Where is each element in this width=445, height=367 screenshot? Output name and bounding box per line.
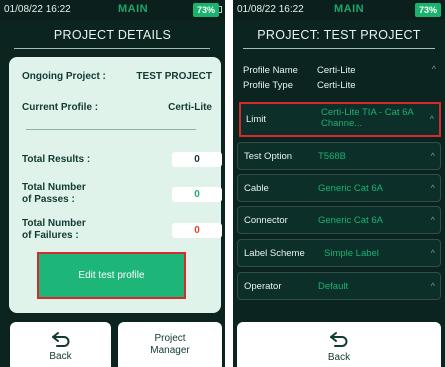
- chevron-up-icon: ^: [430, 281, 435, 291]
- chevron-up-icon: ^: [430, 183, 435, 193]
- operator-value: Default: [318, 281, 349, 292]
- status-bar: 01/08/22 16:22 MAIN 73%: [233, 0, 445, 20]
- label-scheme-label: Label Scheme: [244, 248, 305, 259]
- current-profile-label: Current Profile :: [22, 102, 99, 113]
- profile-type-value: Certi-Lite: [317, 80, 356, 91]
- connector-label: Connector: [244, 215, 288, 226]
- profile-name-value: Certi-Lite: [317, 65, 356, 76]
- title-divider: [243, 48, 435, 49]
- profile-info-row[interactable]: Profile Name Certi-Lite Profile Type Cer…: [237, 62, 441, 98]
- chevron-up-icon: ^: [430, 248, 435, 258]
- ongoing-project-label: Ongoing Project :: [22, 71, 106, 82]
- back-button-label: Back: [327, 352, 351, 363]
- back-button-label: Back: [49, 351, 72, 362]
- battery-indicator: 73%: [415, 3, 441, 17]
- battery-indicator: 73%: [193, 3, 219, 17]
- total-failures-label-line1: Total Number: [22, 218, 86, 229]
- total-passes-label-line2: of Passes :: [22, 194, 75, 205]
- total-failures-label-line2: of Failures :: [22, 230, 79, 241]
- limit-value-line1: Certi-Lite TIA - Cat 6A: [321, 107, 414, 118]
- back-arrow-icon: [52, 332, 70, 347]
- test-option-row[interactable]: Test Option T568B ^: [237, 142, 441, 170]
- label-scheme-value: Simple Label: [324, 248, 379, 259]
- total-results-label: Total Results :: [22, 154, 91, 165]
- profile-name-label: Profile Name: [243, 65, 298, 76]
- profile-type-label: Profile Type: [243, 80, 293, 91]
- cable-value: Generic Cat 6A: [318, 183, 383, 194]
- limit-value-line2: Channe...: [321, 118, 363, 129]
- page-title: PROJECT DETAILS: [53, 28, 172, 42]
- total-passes-label-line1: Total Number: [22, 182, 86, 193]
- edit-test-profile-button[interactable]: Edit test profile: [37, 252, 186, 299]
- title-divider: [14, 48, 210, 49]
- project-details-screen: 01/08/22 16:22 MAIN 73% PROJECT DETAILS …: [0, 0, 225, 367]
- back-button[interactable]: Back: [10, 322, 111, 367]
- connector-row[interactable]: Connector Generic Cat 6A ^: [237, 206, 441, 234]
- battery-tip-icon: [219, 6, 222, 13]
- status-time: 01/08/22 16:22: [237, 4, 304, 15]
- chevron-up-icon: ^: [430, 215, 435, 225]
- total-passes-value: 0: [172, 187, 222, 202]
- limit-label: Limit: [246, 114, 267, 125]
- test-option-value: T568B: [318, 151, 346, 162]
- operator-row[interactable]: Operator Default ^: [237, 272, 441, 300]
- test-profile-screen: 01/08/22 16:22 MAIN 73% PROJECT: TEST PR…: [233, 0, 445, 367]
- cable-row[interactable]: Cable Generic Cat 6A ^: [237, 174, 441, 202]
- ongoing-project-value: TEST PROJECT: [136, 71, 212, 82]
- status-time: 01/08/22 16:22: [4, 4, 71, 15]
- chevron-up-icon: ^: [430, 151, 435, 161]
- status-mode: MAIN: [118, 3, 149, 15]
- back-button[interactable]: Back: [237, 322, 441, 367]
- chevron-up-icon: ^: [431, 64, 436, 74]
- total-results-value: 0: [172, 152, 222, 167]
- cable-label: Cable: [244, 183, 269, 194]
- chevron-up-icon: ^: [429, 114, 434, 124]
- back-arrow-icon: [330, 332, 348, 347]
- label-scheme-row[interactable]: Label Scheme Simple Label ^: [237, 239, 441, 267]
- page-title: PROJECT: TEST PROJECT: [257, 28, 421, 42]
- current-profile-value: Certi-Lite: [168, 102, 212, 113]
- total-failures-value: 0: [172, 223, 222, 238]
- operator-label: Operator: [244, 281, 282, 292]
- card-divider: [26, 129, 196, 130]
- limit-row[interactable]: Limit Certi-Lite TIA - Cat 6A Channe... …: [239, 102, 441, 137]
- status-bar: 01/08/22 16:22 MAIN 73%: [0, 0, 225, 20]
- project-manager-label-line2: Manager: [150, 345, 190, 356]
- test-option-label: Test Option: [244, 151, 293, 162]
- status-mode: MAIN: [334, 3, 365, 15]
- connector-value: Generic Cat 6A: [318, 215, 383, 226]
- project-manager-button[interactable]: Project Manager: [118, 322, 222, 367]
- limit-value: Certi-Lite TIA - Cat 6A Channe...: [321, 107, 431, 129]
- project-manager-label-line1: Project: [154, 333, 186, 344]
